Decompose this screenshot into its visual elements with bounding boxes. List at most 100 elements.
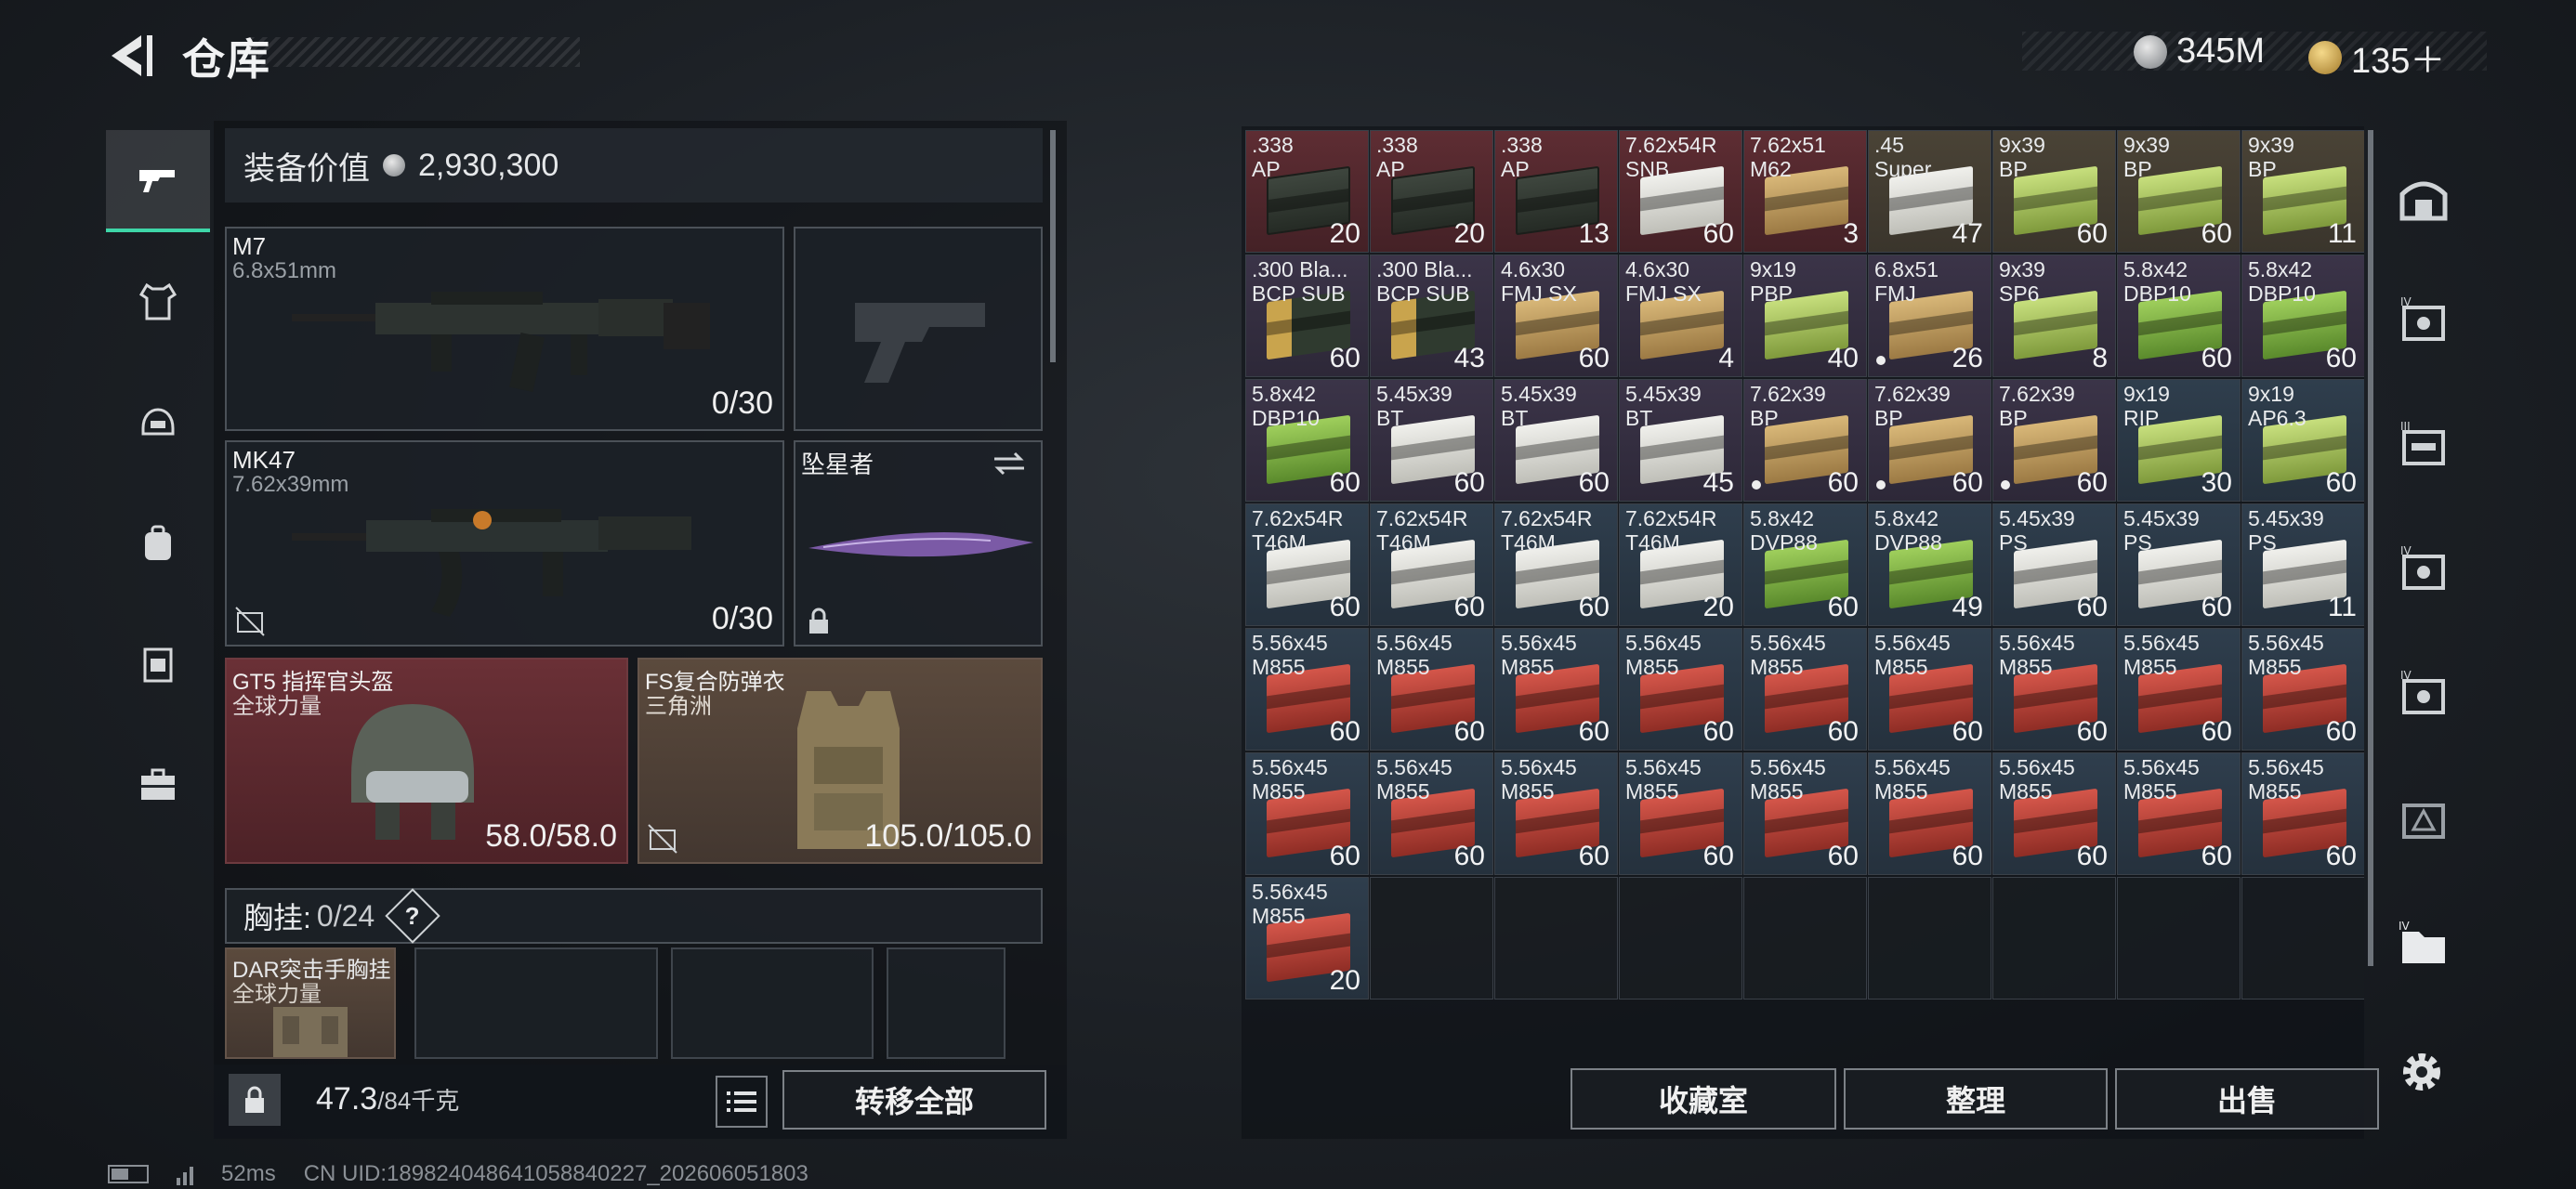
rig-empty-slot[interactable] [414, 947, 658, 1059]
tab-stash-4b[interactable]: IV [2375, 522, 2472, 619]
tab-case[interactable] [106, 734, 210, 836]
chest-rig-row[interactable]: 胸挂: 0/24 ? [225, 888, 1043, 944]
empty-stash-cell[interactable] [1743, 877, 1867, 1000]
stash-item[interactable]: 7.62x39 BP 60 [1743, 379, 1867, 502]
tab-stash-folder[interactable]: IV [2375, 895, 2472, 992]
empty-stash-cell[interactable] [1992, 877, 2116, 1000]
secondary-weapon-slot[interactable]: MK47 7.62x39mm 0/30 [225, 440, 784, 647]
stash-item[interactable]: 5.56x45 M855 60 [1370, 628, 1493, 751]
empty-stash-cell[interactable] [2117, 877, 2241, 1000]
stash-item[interactable]: 5.45x39 PS 11 [2241, 503, 2364, 626]
stash-item[interactable]: 9x19 RIP 30 [2117, 379, 2241, 502]
stash-item[interactable]: 5.56x45 M855 60 [1868, 752, 1991, 875]
stash-item[interactable]: 5.56x45 M855 60 [1619, 752, 1742, 875]
collection-room-button[interactable]: 收藏室 [1571, 1068, 1836, 1130]
stash-item[interactable]: 5.56x45 M855 60 [1619, 628, 1742, 751]
stash-item[interactable]: 5.56x45 M855 60 [1245, 628, 1369, 751]
stash-item[interactable]: 5.45x39 BT 60 [1494, 379, 1618, 502]
stash-item[interactable]: .45 Super 47 [1868, 130, 1991, 253]
transfer-all-button[interactable]: 转移全部 [782, 1070, 1046, 1130]
stash-item[interactable]: 7.62x39 BP 60 [1992, 379, 2116, 502]
stash-item[interactable]: 9x39 BP 60 [1992, 130, 2116, 253]
swap-icon[interactable] [991, 450, 1028, 477]
melee-slot[interactable]: 坠星者 [794, 440, 1043, 647]
tab-chest-rig[interactable] [106, 613, 210, 715]
stash-item[interactable]: 7.62x54R T46M 20 [1619, 503, 1742, 626]
stash-item[interactable]: 5.8x42 DBP10 60 [2241, 255, 2364, 377]
helmet-slot[interactable]: GT5 指挥官头盔 全球力量 58.0/58.0 [225, 658, 628, 864]
sort-button[interactable]: 整理 [1844, 1068, 2108, 1130]
tab-stash-5[interactable] [2375, 771, 2472, 868]
empty-stash-cell[interactable] [1494, 877, 1618, 1000]
stash-item[interactable]: 9x39 BP 60 [2117, 130, 2241, 253]
stash-item[interactable]: 5.8x42 DBP10 60 [1245, 379, 1369, 502]
stash-item[interactable]: 5.56x45 M855 60 [1370, 752, 1493, 875]
stash-item[interactable]: .338 AP 13 [1494, 130, 1618, 253]
tab-weapons[interactable] [106, 130, 210, 232]
stash-item[interactable]: 7.62x54R T46M 60 [1245, 503, 1369, 626]
primary-weapon-slot[interactable]: M7 6.8x51mm 0/30 [225, 227, 784, 431]
stash-item[interactable]: 5.56x45 M855 20 [1245, 877, 1369, 1000]
stash-item[interactable]: 4.6x30 FMJ SX 60 [1494, 255, 1618, 377]
stash-item[interactable]: 5.56x45 M855 60 [1743, 628, 1867, 751]
stash-item[interactable]: 5.56x45 M855 60 [1992, 752, 2116, 875]
stash-item[interactable]: .338 AP 20 [1370, 130, 1493, 253]
tab-stash-4c[interactable]: IV [2375, 647, 2472, 743]
stash-item[interactable]: 7.62x54R T46M 60 [1370, 503, 1493, 626]
stash-item[interactable]: 5.56x45 M855 60 [1245, 752, 1369, 875]
empty-stash-cell[interactable] [1370, 877, 1493, 1000]
stash-item[interactable]: 5.56x45 M855 60 [1494, 752, 1618, 875]
sell-button[interactable]: 出售 [2115, 1068, 2379, 1130]
stash-item[interactable]: 5.45x39 BT 60 [1370, 379, 1493, 502]
tab-backpack[interactable] [106, 492, 210, 594]
stash-item[interactable]: 7.62x51 M62 3 [1743, 130, 1867, 253]
empty-stash-cell[interactable] [1619, 877, 1742, 1000]
stash-item[interactable]: 5.8x42 DVP88 60 [1743, 503, 1867, 626]
rig-empty-slot[interactable] [887, 947, 1005, 1059]
stash-item[interactable]: 5.56x45 M855 60 [2241, 628, 2364, 751]
stash-item[interactable]: 5.56x45 M855 60 [1743, 752, 1867, 875]
stash-item[interactable]: 9x19 AP6.3 60 [2241, 379, 2364, 502]
currency-havoc-coins[interactable]: 345M [2134, 32, 2265, 72]
stash-item[interactable]: 5.8x42 DBP10 60 [2117, 255, 2241, 377]
stash-item[interactable]: 7.62x54R T46M 60 [1494, 503, 1618, 626]
tab-stash-3[interactable]: III [2375, 398, 2472, 494]
stash-item[interactable]: 5.56x45 M855 60 [2117, 628, 2241, 751]
stash-item[interactable]: 7.62x39 BP 60 [1868, 379, 1991, 502]
stash-scrollbar[interactable] [2368, 130, 2373, 966]
rig-item-slot[interactable]: DAR突击手胸挂 全球力量 [225, 947, 396, 1059]
pistol-slot[interactable] [794, 227, 1043, 431]
tab-helmet[interactable] [106, 372, 210, 474]
back-arrow-icon[interactable] [104, 28, 160, 84]
rig-empty-slot[interactable] [671, 947, 874, 1059]
stash-item[interactable]: 9x39 SP6 8 [1992, 255, 2116, 377]
currency-premium[interactable]: 135＋ [2308, 32, 2445, 83]
stash-item[interactable]: 9x39 BP 11 [2241, 130, 2364, 253]
stash-item[interactable]: 9x19 PBP 40 [1743, 255, 1867, 377]
stash-item[interactable]: 5.8x42 DVP88 49 [1868, 503, 1991, 626]
empty-stash-cell[interactable] [1868, 877, 1991, 1000]
gear-icon[interactable] [2394, 1044, 2450, 1100]
stash-item[interactable]: 5.56x45 M855 60 [1868, 628, 1991, 751]
stash-item[interactable]: .300 Bla... BCP SUB 43 [1370, 255, 1493, 377]
tab-stash-main[interactable] [2375, 149, 2472, 245]
stash-item[interactable]: 4.6x30 FMJ SX 4 [1619, 255, 1742, 377]
help-button[interactable]: ? [385, 888, 440, 944]
stash-item[interactable]: 5.45x39 PS 60 [2117, 503, 2241, 626]
weight-lock-button[interactable] [229, 1074, 281, 1126]
tab-armor[interactable] [106, 251, 210, 353]
loadout-scrollbar[interactable] [1050, 130, 1056, 362]
tab-stash-4a[interactable]: IV [2375, 273, 2472, 370]
stash-item[interactable]: 5.56x45 M855 60 [2117, 752, 2241, 875]
stash-item[interactable]: 5.56x45 M855 60 [1494, 628, 1618, 751]
stash-item[interactable]: 6.8x51 FMJ 26 [1868, 255, 1991, 377]
stash-item[interactable]: .300 Bla... BCP SUB 60 [1245, 255, 1369, 377]
stash-item[interactable]: 5.56x45 M855 60 [2241, 752, 2364, 875]
stash-item[interactable]: 7.62x54R SNB 60 [1619, 130, 1742, 253]
stash-item[interactable]: 5.45x39 BT 45 [1619, 379, 1742, 502]
list-view-button[interactable] [716, 1076, 768, 1128]
stash-item[interactable]: 5.45x39 PS 60 [1992, 503, 2116, 626]
armor-slot[interactable]: FS复合防弹衣 三角洲 105.0/105.0 [637, 658, 1043, 864]
empty-stash-cell[interactable] [2241, 877, 2364, 1000]
stash-item[interactable]: 5.56x45 M855 60 [1992, 628, 2116, 751]
